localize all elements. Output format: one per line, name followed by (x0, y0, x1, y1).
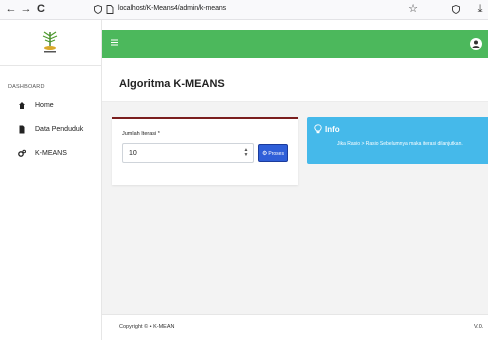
sidebar-item-home[interactable]: Home (0, 98, 102, 114)
page-header: Algoritma K-MEANS (102, 58, 488, 102)
document-icon (19, 125, 25, 134)
copyright-text: Copyright © • K-MEAN (119, 324, 175, 330)
sidebar: DASHBOARD Home Data Penduduk K-MEANS (0, 20, 102, 340)
forward-button[interactable]: → (20, 3, 32, 16)
reload-button[interactable]: C (35, 3, 47, 16)
logo-area (0, 20, 102, 66)
gears-icon (18, 149, 26, 157)
page-title: Algoritma K-MEANS (119, 78, 225, 90)
info-text: Jika Rasio > Rasio Sebelumnya maka itera… (337, 141, 463, 147)
top-navbar (102, 30, 488, 58)
browser-toolbar: ← → C localhost/K-Means4/admin/k-means ☆… (0, 0, 488, 20)
sidebar-item-label: K-MEANS (35, 150, 67, 157)
sidebar-heading: DASHBOARD (8, 84, 45, 90)
address-bar[interactable]: localhost/K-Means4/admin/k-means (118, 5, 226, 12)
sidebar-item-label: Data Penduduk (35, 126, 84, 133)
download-icon[interactable]: ⤓ (474, 3, 486, 16)
lightbulb-icon (314, 124, 322, 134)
gears-icon: ⚙ (262, 150, 268, 157)
sidebar-item-data-penduduk[interactable]: Data Penduduk (0, 122, 102, 138)
proses-button-label: Proses (268, 150, 284, 157)
home-icon (19, 102, 25, 109)
sidebar-item-k-means[interactable]: K-MEANS (0, 146, 102, 162)
iteration-label: Jumlah Iterasi * (122, 131, 160, 137)
back-button[interactable]: ← (5, 3, 17, 16)
proses-button[interactable]: ⚙Proses (258, 144, 288, 162)
footer: Copyright © • K-MEAN V.0. (102, 314, 488, 340)
info-callout: Info Jika Rasio > Rasio Sebelumnya maka … (307, 117, 488, 164)
page-icon (106, 5, 114, 14)
iteration-form-card: Jumlah Iterasi * ▲▼ ⚙Proses (112, 117, 298, 185)
sidebar-item-label: Home (35, 102, 54, 109)
version-text: V.0. (474, 324, 484, 330)
logo (42, 31, 58, 53)
shield-icon (94, 5, 102, 14)
number-spinner-icon[interactable]: ▲ ▼ (242, 148, 250, 158)
shield-icon[interactable] (452, 5, 460, 14)
menu-icon[interactable] (111, 39, 118, 46)
user-avatar-icon[interactable] (470, 38, 482, 50)
bookmark-star-icon[interactable]: ☆ (407, 3, 419, 16)
iteration-input[interactable] (122, 143, 254, 163)
info-title: Info (325, 125, 340, 134)
